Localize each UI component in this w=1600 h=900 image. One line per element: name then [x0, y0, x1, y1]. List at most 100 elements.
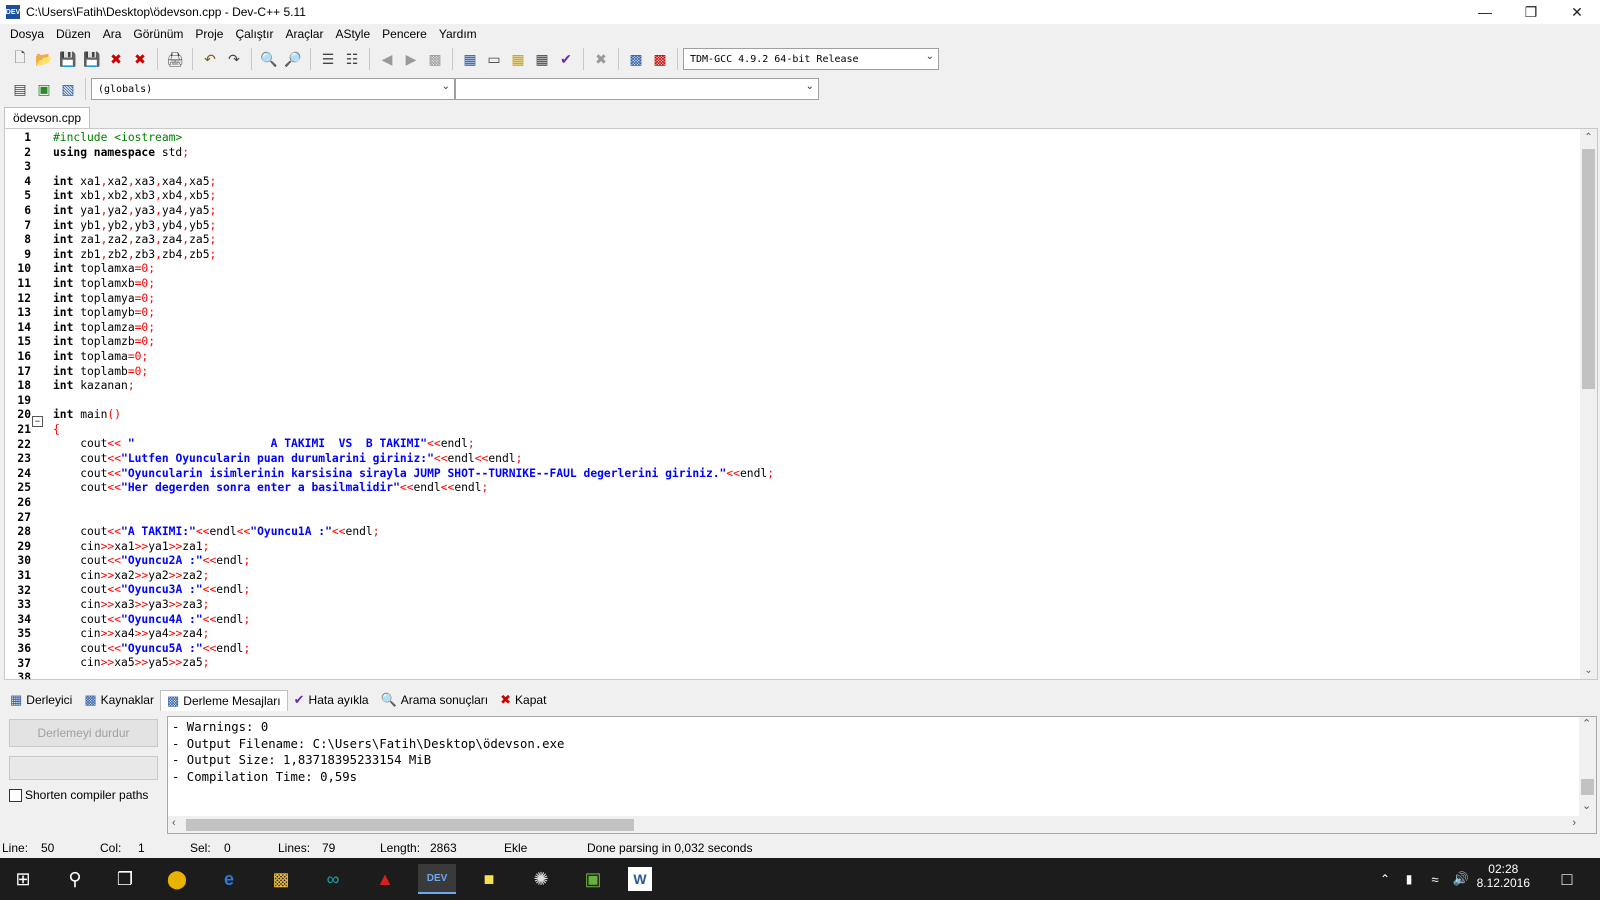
code-line[interactable]: int yb1,yb2,yb3,yb4,yb5; [53, 219, 774, 234]
scroll-thumb[interactable] [186, 819, 634, 831]
unindent-icon[interactable]: ☷ [341, 48, 363, 70]
goto-icon[interactable]: ▣ [33, 78, 55, 100]
code-line[interactable]: cout<<"A TAKIMI:"<<endl<<"Oyuncu1A :"<<e… [53, 525, 774, 540]
image-viewer-icon[interactable]: ▣ [578, 864, 608, 894]
save-icon[interactable]: 💾 [57, 48, 79, 70]
compiler-select[interactable]: TDM-GCC 4.9.2 64-bit Release ⌄ [683, 48, 939, 70]
code-line[interactable]: int xb1,xb2,xb3,xb4,xb5; [53, 189, 774, 204]
edge-icon[interactable]: e [214, 864, 244, 894]
back-icon[interactable]: ◀ [376, 48, 398, 70]
save-all-icon[interactable]: 💾 [81, 48, 103, 70]
code-line[interactable]: cout<<"Oyuncu2A :"<<endl; [53, 554, 774, 569]
code-line[interactable]: int main() [53, 408, 774, 423]
code-line[interactable]: cout<< " A TAKIMI VS B TAKIMI"<<endl; [53, 437, 774, 452]
indent-icon[interactable]: ☰ [317, 48, 339, 70]
restore-button[interactable]: ❐ [1508, 0, 1554, 24]
menu-ara[interactable]: Ara [97, 27, 128, 41]
redo-icon[interactable]: ↷ [223, 48, 245, 70]
editor-scrollbar[interactable]: ⌃ ⌄ [1580, 129, 1597, 679]
tab-kaynaklar[interactable]: ▩ Kaynaklar [78, 690, 160, 710]
file-explorer-icon[interactable]: ▩ [266, 864, 296, 894]
code-line[interactable]: cin>>xa4>>ya4>>za4; [53, 627, 774, 642]
fold-collapse-icon[interactable]: − [32, 416, 43, 427]
code-line[interactable] [53, 496, 774, 511]
notifications-icon[interactable]: □ [1552, 864, 1582, 894]
scroll-right-icon[interactable]: › [1572, 817, 1576, 829]
tab-derleme-mesajlari[interactable]: ▩ Derleme Mesajları [159, 689, 288, 711]
new-file-icon[interactable]: 🗋 [9, 48, 31, 70]
compile-icon[interactable]: ▦ [459, 48, 481, 70]
code-line[interactable]: int toplamzb=0; [53, 335, 774, 350]
code-line[interactable]: cout<<"Oyuncularin isimlerinin karsisina… [53, 467, 774, 482]
code-line[interactable]: int toplama=0; [53, 350, 774, 365]
code-line[interactable]: cout<<"Lutfen Oyuncularin puan durumlari… [53, 452, 774, 467]
insert-icon[interactable]: ▤ [9, 78, 31, 100]
scroll-left-icon[interactable]: ‹ [172, 817, 176, 829]
arduino-icon[interactable]: ∞ [318, 864, 348, 894]
code-line[interactable] [53, 671, 774, 679]
tab-derleyici[interactable]: ▦ Derleyici [4, 690, 78, 710]
code-line[interactable]: int za1,za2,za3,za4,za5; [53, 233, 774, 248]
chrome-icon[interactable]: ⬤ [162, 864, 192, 894]
code-line[interactable]: cout<<"Oyuncu3A :"<<endl; [53, 583, 774, 598]
scroll-down-icon[interactable]: ⌄ [1580, 662, 1597, 679]
code-area[interactable]: #include <iostream> using namespace std; … [53, 131, 774, 679]
menu-gorunum[interactable]: Görünüm [127, 27, 189, 41]
code-line[interactable] [53, 510, 774, 525]
word-icon[interactable]: W [628, 867, 652, 891]
toggle-bookmark-icon[interactable]: ▧ [57, 78, 79, 100]
code-line[interactable]: cout<<"Oyuncu5A :"<<endl; [53, 642, 774, 657]
code-line[interactable]: int toplamya=0; [53, 292, 774, 307]
profile-delete-icon[interactable]: ▩ [649, 48, 671, 70]
code-line[interactable]: cin>>xa5>>ya5>>za5; [53, 656, 774, 671]
sticky-notes-icon[interactable]: ■ [474, 864, 504, 894]
undo-icon[interactable]: ↶ [199, 48, 221, 70]
code-line[interactable]: cout<<"Oyuncu4A :"<<endl; [53, 613, 774, 628]
compile-output[interactable]: - Warnings: 0 - Output Filename: C:\User… [167, 716, 1597, 834]
code-line[interactable]: int toplamza=0; [53, 321, 774, 336]
checkbox-box[interactable] [9, 788, 22, 802]
run-icon[interactable]: ▭ [483, 48, 505, 70]
tab-kapat[interactable]: ✖ Kapat [494, 690, 552, 710]
acrobat-icon[interactable]: ▲ [370, 864, 400, 894]
clock[interactable]: 02:28 8.12.2016 [1477, 862, 1530, 890]
debug-check-icon[interactable]: ✔ [555, 48, 577, 70]
shorten-paths-checkbox[interactable]: Shorten compiler paths [9, 788, 148, 802]
replace-icon[interactable]: 🔎 [282, 48, 304, 70]
close-all-icon[interactable]: ✖ [129, 48, 151, 70]
devcpp-icon[interactable]: DEV [418, 864, 456, 894]
output-hscrollbar[interactable]: ‹ › [168, 816, 1580, 833]
code-line[interactable]: using namespace std; [53, 146, 774, 161]
rebuild-icon[interactable]: ▦ [531, 48, 553, 70]
stop-icon[interactable]: ✖ [590, 48, 612, 70]
scroll-up-icon[interactable]: ⌃ [1580, 129, 1597, 146]
search-icon[interactable]: ⚲ [60, 864, 90, 894]
scroll-thumb[interactable] [1581, 779, 1594, 795]
code-line[interactable]: int kazanan; [53, 379, 774, 394]
output-vscrollbar[interactable]: ⌃ ⌄ [1579, 717, 1596, 833]
stop-compile-button[interactable]: Derlemeyi durdur [9, 719, 158, 747]
code-line[interactable]: int toplamxa=0; [53, 262, 774, 277]
menu-yardim[interactable]: Yardım [433, 27, 483, 41]
compile-run-icon[interactable]: ▦ [507, 48, 529, 70]
forward-icon[interactable]: ▶ [400, 48, 422, 70]
close-file-icon[interactable]: ✖ [105, 48, 127, 70]
code-line[interactable]: cout<<"Her degerden sonra enter a basilm… [53, 481, 774, 496]
code-line[interactable] [53, 394, 774, 409]
tab-hata-ayikla[interactable]: ✔ Hata ayıkla [288, 690, 375, 710]
menu-araclar[interactable]: Araçlar [279, 27, 329, 41]
scope-select[interactable]: (globals) ⌄ [91, 78, 455, 100]
code-line[interactable]: int toplamb=0; [53, 365, 774, 380]
menu-calistir[interactable]: Çalıştır [229, 27, 279, 41]
menu-proje[interactable]: Proje [189, 27, 229, 41]
task-view-icon[interactable]: ❐ [110, 864, 140, 894]
close-window-button[interactable]: ✕ [1554, 0, 1600, 24]
code-line[interactable] [53, 160, 774, 175]
member-select[interactable]: ⌄ [455, 78, 819, 100]
code-line[interactable]: cin>>xa2>>ya2>>za2; [53, 569, 774, 584]
scroll-thumb[interactable] [1582, 149, 1595, 389]
tab-odevson[interactable]: ödevson.cpp [4, 107, 91, 128]
code-line[interactable]: int toplamxb=0; [53, 277, 774, 292]
chart-icon[interactable]: ▩ [625, 48, 647, 70]
code-line[interactable]: int toplamyb=0; [53, 306, 774, 321]
